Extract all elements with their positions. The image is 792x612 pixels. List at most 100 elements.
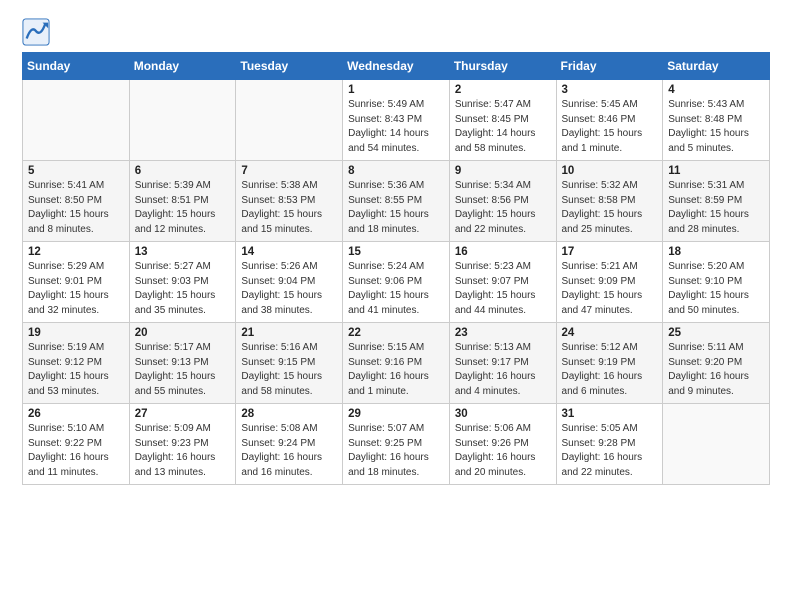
day-info: Sunrise: 5:11 AM Sunset: 9:20 PM Dayligh… xyxy=(668,341,764,399)
calendar-cell: 1 Sunrise: 5:49 AM Sunset: 8:43 PM Daylig… xyxy=(343,80,450,161)
calendar-cell: 18 Sunrise: 5:20 AM Sunset: 9:10 PM Dayli… xyxy=(663,242,770,323)
day-number: 23 xyxy=(455,327,551,339)
day-number: 25 xyxy=(668,327,764,339)
day-info: Sunrise: 5:06 AM Sunset: 9:26 PM Dayligh… xyxy=(455,422,551,480)
calendar-cell: 21 Sunrise: 5:16 AM Sunset: 9:15 PM Dayli… xyxy=(236,323,343,404)
day-number: 19 xyxy=(28,327,124,339)
calendar-cell: 14Sunrise: 5:26 AM Sunset: 9:04 PM Dayli… xyxy=(236,242,343,323)
calendar-cell: 23 Sunrise: 5:13 AM Sunset: 9:17 PM Dayli… xyxy=(449,323,556,404)
calendar-cell: 2 Sunrise: 5:47 AM Sunset: 8:45 PM Daylig… xyxy=(449,80,556,161)
day-info: Sunrise: 5:19 AM Sunset: 9:12 PM Dayligh… xyxy=(28,341,124,399)
calendar-cell: 29Sunrise: 5:07 AM Sunset: 9:25 PM Dayli… xyxy=(343,404,450,485)
day-info: Sunrise: 5:23 AM Sunset: 9:07 PM Dayligh… xyxy=(455,260,551,318)
column-header-wednesday: Wednesday xyxy=(343,53,450,80)
day-info: Sunrise: 5:31 AM Sunset: 8:59 PM Dayligh… xyxy=(668,179,764,237)
column-header-saturday: Saturday xyxy=(663,53,770,80)
calendar-cell: 22 Sunrise: 5:15 AM Sunset: 9:16 PM Dayli… xyxy=(343,323,450,404)
day-info: Sunrise: 5:47 AM Sunset: 8:45 PM Dayligh… xyxy=(455,98,551,156)
day-number: 9 xyxy=(455,165,551,177)
calendar-cell: 10 Sunrise: 5:32 AM Sunset: 8:58 PM Dayli… xyxy=(556,161,663,242)
day-number: 31 xyxy=(562,408,658,420)
day-number: 11 xyxy=(668,165,764,177)
day-number: 28 xyxy=(241,408,337,420)
calendar-cell: 28 Sunrise: 5:08 AM Sunset: 9:24 PM Dayli… xyxy=(236,404,343,485)
calendar-cell: 26 Sunrise: 5:10 AM Sunset: 9:22 PM Dayli… xyxy=(23,404,130,485)
day-number: 13 xyxy=(135,246,231,258)
day-number: 3 xyxy=(562,84,658,96)
calendar-cell: 31 Sunrise: 5:05 AM Sunset: 9:28 PM Dayli… xyxy=(556,404,663,485)
calendar-cell: 30Sunrise: 5:06 AM Sunset: 9:26 PM Dayli… xyxy=(449,404,556,485)
calendar-table: SundayMondayTuesdayWednesdayThursdayFrid… xyxy=(22,52,770,485)
day-info: Sunrise: 5:15 AM Sunset: 9:16 PM Dayligh… xyxy=(348,341,444,399)
calendar-cell: 7 Sunrise: 5:38 AM Sunset: 8:53 PM Daylig… xyxy=(236,161,343,242)
calendar-cell xyxy=(129,80,236,161)
week-row-1: 1 Sunrise: 5:49 AM Sunset: 8:43 PM Daylig… xyxy=(23,80,770,161)
day-number: 10 xyxy=(562,165,658,177)
day-info: Sunrise: 5:13 AM Sunset: 9:17 PM Dayligh… xyxy=(455,341,551,399)
calendar-cell: 9 Sunrise: 5:34 AM Sunset: 8:56 PM Daylig… xyxy=(449,161,556,242)
day-info: Sunrise: 5:08 AM Sunset: 9:24 PM Dayligh… xyxy=(241,422,337,480)
calendar-cell: 24 Sunrise: 5:12 AM Sunset: 9:19 PM Dayli… xyxy=(556,323,663,404)
calendar-cell xyxy=(236,80,343,161)
day-info: Sunrise: 5:26 AM Sunset: 9:04 PM Dayligh… xyxy=(241,260,337,318)
day-info: Sunrise: 5:32 AM Sunset: 8:58 PM Dayligh… xyxy=(562,179,658,237)
day-info: Sunrise: 5:20 AM Sunset: 9:10 PM Dayligh… xyxy=(668,260,764,318)
calendar-cell xyxy=(663,404,770,485)
day-info: Sunrise: 5:21 AM Sunset: 9:09 PM Dayligh… xyxy=(562,260,658,318)
week-row-4: 19 Sunrise: 5:19 AM Sunset: 9:12 PM Dayli… xyxy=(23,323,770,404)
day-info: Sunrise: 5:36 AM Sunset: 8:55 PM Dayligh… xyxy=(348,179,444,237)
day-number: 5 xyxy=(28,165,124,177)
calendar-cell: 17Sunrise: 5:21 AM Sunset: 9:09 PM Dayli… xyxy=(556,242,663,323)
calendar-cell: 12Sunrise: 5:29 AM Sunset: 9:01 PM Dayli… xyxy=(23,242,130,323)
calendar-cell: 27Sunrise: 5:09 AM Sunset: 9:23 PM Dayli… xyxy=(129,404,236,485)
week-row-2: 5 Sunrise: 5:41 AM Sunset: 8:50 PM Daylig… xyxy=(23,161,770,242)
calendar-cell: 8 Sunrise: 5:36 AM Sunset: 8:55 PM Daylig… xyxy=(343,161,450,242)
day-number: 18 xyxy=(668,246,764,258)
calendar-cell xyxy=(23,80,130,161)
calendar-cell: 13 Sunrise: 5:27 AM Sunset: 9:03 PM Dayli… xyxy=(129,242,236,323)
day-info: Sunrise: 5:39 AM Sunset: 8:51 PM Dayligh… xyxy=(135,179,231,237)
week-row-5: 26 Sunrise: 5:10 AM Sunset: 9:22 PM Dayli… xyxy=(23,404,770,485)
day-info: Sunrise: 5:12 AM Sunset: 9:19 PM Dayligh… xyxy=(562,341,658,399)
week-row-3: 12Sunrise: 5:29 AM Sunset: 9:01 PM Dayli… xyxy=(23,242,770,323)
day-info: Sunrise: 5:45 AM Sunset: 8:46 PM Dayligh… xyxy=(562,98,658,156)
calendar-cell: 19 Sunrise: 5:19 AM Sunset: 9:12 PM Dayli… xyxy=(23,323,130,404)
day-number: 24 xyxy=(562,327,658,339)
day-number: 21 xyxy=(241,327,337,339)
day-number: 15 xyxy=(348,246,444,258)
day-number: 12 xyxy=(28,246,124,258)
day-number: 4 xyxy=(668,84,764,96)
calendar-cell: 11 Sunrise: 5:31 AM Sunset: 8:59 PM Dayli… xyxy=(663,161,770,242)
day-number: 26 xyxy=(28,408,124,420)
day-info: Sunrise: 5:17 AM Sunset: 9:13 PM Dayligh… xyxy=(135,341,231,399)
day-info: Sunrise: 5:05 AM Sunset: 9:28 PM Dayligh… xyxy=(562,422,658,480)
header xyxy=(22,18,770,46)
header-row: SundayMondayTuesdayWednesdayThursdayFrid… xyxy=(23,53,770,80)
calendar-cell: 5 Sunrise: 5:41 AM Sunset: 8:50 PM Daylig… xyxy=(23,161,130,242)
day-info: Sunrise: 5:34 AM Sunset: 8:56 PM Dayligh… xyxy=(455,179,551,237)
day-info: Sunrise: 5:10 AM Sunset: 9:22 PM Dayligh… xyxy=(28,422,124,480)
logo xyxy=(22,18,54,46)
day-info: Sunrise: 5:49 AM Sunset: 8:43 PM Dayligh… xyxy=(348,98,444,156)
day-info: Sunrise: 5:43 AM Sunset: 8:48 PM Dayligh… xyxy=(668,98,764,156)
calendar-page: SundayMondayTuesdayWednesdayThursdayFrid… xyxy=(0,0,792,495)
day-number: 7 xyxy=(241,165,337,177)
calendar-cell: 3 Sunrise: 5:45 AM Sunset: 8:46 PM Daylig… xyxy=(556,80,663,161)
calendar-cell: 4 Sunrise: 5:43 AM Sunset: 8:48 PM Daylig… xyxy=(663,80,770,161)
day-info: Sunrise: 5:38 AM Sunset: 8:53 PM Dayligh… xyxy=(241,179,337,237)
calendar-cell: 6 Sunrise: 5:39 AM Sunset: 8:51 PM Daylig… xyxy=(129,161,236,242)
calendar-cell: 20Sunrise: 5:17 AM Sunset: 9:13 PM Dayli… xyxy=(129,323,236,404)
day-info: Sunrise: 5:16 AM Sunset: 9:15 PM Dayligh… xyxy=(241,341,337,399)
day-number: 1 xyxy=(348,84,444,96)
day-number: 6 xyxy=(135,165,231,177)
day-number: 29 xyxy=(348,408,444,420)
day-number: 8 xyxy=(348,165,444,177)
day-info: Sunrise: 5:24 AM Sunset: 9:06 PM Dayligh… xyxy=(348,260,444,318)
day-number: 22 xyxy=(348,327,444,339)
column-header-thursday: Thursday xyxy=(449,53,556,80)
day-info: Sunrise: 5:27 AM Sunset: 9:03 PM Dayligh… xyxy=(135,260,231,318)
day-number: 16 xyxy=(455,246,551,258)
day-info: Sunrise: 5:41 AM Sunset: 8:50 PM Dayligh… xyxy=(28,179,124,237)
day-number: 2 xyxy=(455,84,551,96)
column-header-friday: Friday xyxy=(556,53,663,80)
